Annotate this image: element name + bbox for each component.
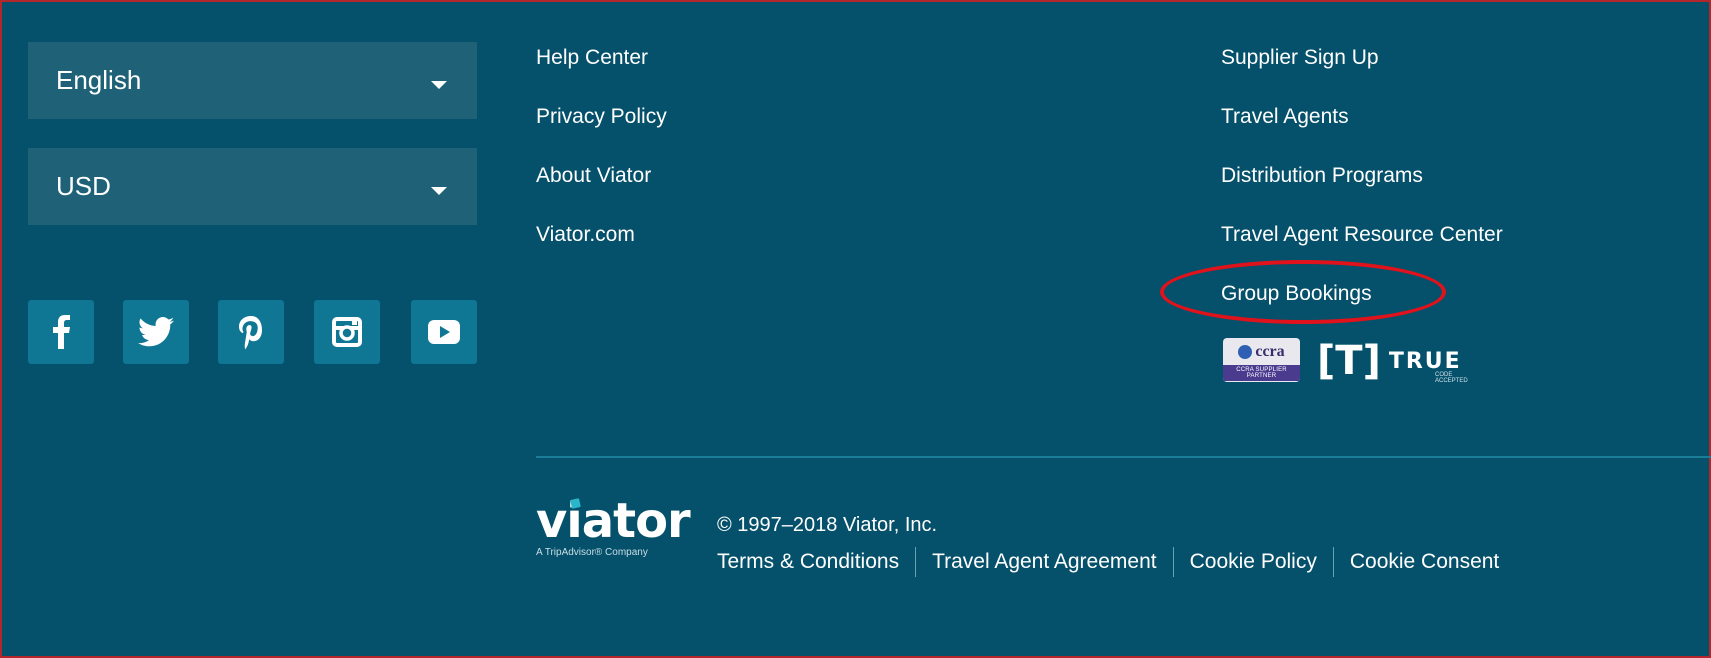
true-code-badge: [T] TRUE CODE ACCEPTED bbox=[1317, 336, 1468, 386]
travel-agent-resource-center-link[interactable]: Travel Agent Resource Center bbox=[1221, 223, 1503, 247]
viator-logo[interactable]: viator A TripAdvisor® Company bbox=[536, 493, 691, 577]
language-select[interactable]: English bbox=[28, 42, 477, 119]
highlight-annotation bbox=[1160, 260, 1446, 324]
true-badge-tag: CODE ACCEPTED bbox=[1435, 372, 1468, 384]
legal-separator bbox=[915, 547, 917, 577]
cookie-policy-link[interactable]: Cookie Policy bbox=[1190, 550, 1317, 574]
distribution-programs-link[interactable]: Distribution Programs bbox=[1221, 164, 1423, 188]
pinterest-link[interactable] bbox=[218, 300, 284, 364]
instagram-link[interactable] bbox=[314, 300, 380, 364]
privacy-policy-link[interactable]: Privacy Policy bbox=[536, 105, 667, 129]
help-center-link[interactable]: Help Center bbox=[536, 46, 648, 70]
footer-divider bbox=[536, 456, 1711, 458]
legal-separator bbox=[1332, 547, 1334, 577]
logo-accent-icon bbox=[570, 498, 581, 509]
site-footer: English USD Help Center Privacy Policy A… bbox=[0, 0, 1711, 658]
viator-logo-word: viator bbox=[536, 493, 691, 549]
currency-select-value: USD bbox=[56, 171, 111, 201]
ccra-badge: ccra CCRA SUPPLIER PARTNER bbox=[1223, 338, 1300, 382]
copyright-text: © 1997–2018 Viator, Inc. bbox=[717, 514, 938, 536]
supplier-sign-up-link[interactable]: Supplier Sign Up bbox=[1221, 46, 1379, 70]
ccra-badge-subtitle: CCRA SUPPLIER PARTNER bbox=[1223, 365, 1300, 381]
twitter-link[interactable] bbox=[123, 300, 189, 364]
viator-com-link[interactable]: Viator.com bbox=[536, 223, 635, 247]
about-viator-link[interactable]: About Viator bbox=[536, 164, 651, 188]
legal-separator bbox=[1172, 547, 1174, 577]
ccra-badge-word: ccra bbox=[1255, 343, 1285, 360]
pinterest-icon bbox=[239, 316, 262, 350]
youtube-icon bbox=[428, 320, 460, 344]
globe-icon bbox=[1238, 345, 1253, 359]
legal-links: Terms & Conditions Travel Agent Agreemen… bbox=[717, 547, 1499, 577]
chevron-down-icon bbox=[431, 186, 447, 195]
facebook-link[interactable] bbox=[28, 300, 94, 364]
cookie-consent-link[interactable]: Cookie Consent bbox=[1350, 550, 1499, 574]
facebook-icon bbox=[53, 315, 70, 349]
language-select-value: English bbox=[56, 65, 142, 95]
travel-agent-agreement-link[interactable]: Travel Agent Agreement bbox=[932, 550, 1157, 574]
terms-conditions-link[interactable]: Terms & Conditions bbox=[717, 550, 899, 574]
twitter-icon bbox=[138, 317, 174, 347]
currency-select[interactable]: USD bbox=[28, 148, 477, 225]
chevron-down-icon bbox=[431, 80, 447, 89]
true-badge-mark: [T] bbox=[1317, 338, 1381, 384]
youtube-link[interactable] bbox=[411, 300, 477, 364]
instagram-icon bbox=[332, 317, 362, 347]
true-badge-word: TRUE bbox=[1388, 348, 1462, 374]
travel-agents-link[interactable]: Travel Agents bbox=[1221, 105, 1349, 129]
